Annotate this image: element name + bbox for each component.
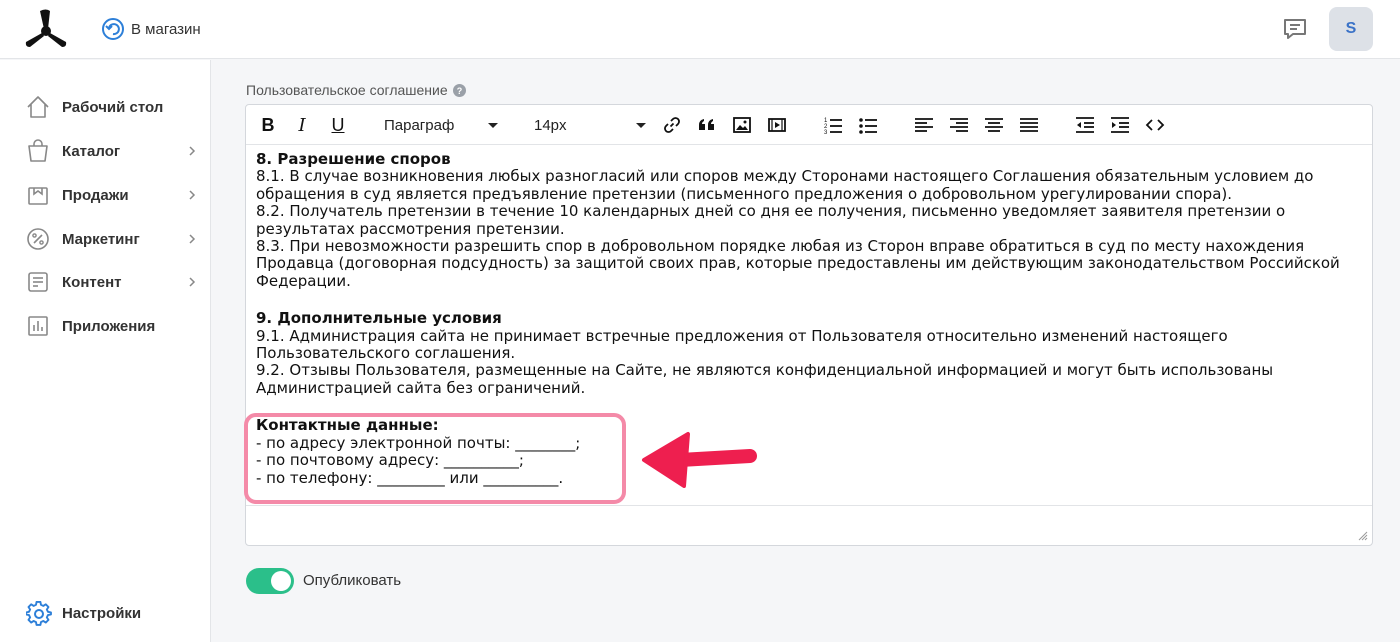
media-button[interactable] [765,113,789,137]
back-to-store-link[interactable]: В магазин [101,16,201,42]
sidebar-item-label: Каталог [62,142,121,160]
align-center-button[interactable] [982,113,1006,137]
contact-post-line: - по почтовому адресу: __________; [256,451,524,470]
chat-icon[interactable] [1281,15,1309,43]
contacts-title: Контактные данные: [256,416,439,435]
sidebar-item-marketing[interactable]: Маркетинг [0,221,211,257]
font-size-select-value: 14px [534,116,567,134]
chevron-right-icon [189,277,196,287]
align-left-button[interactable] [912,113,936,137]
sidebar: Рабочий стол Каталог Продажи Маркетинг К… [0,60,211,642]
format-select[interactable]: Параграф [384,113,502,137]
italic-button[interactable]: I [290,113,314,137]
toggle-knob [271,571,291,591]
align-justify-button[interactable] [1017,113,1041,137]
document-icon [28,272,48,292]
resize-handle-icon[interactable] [1358,531,1368,541]
bag-icon [28,139,48,162]
bullet-list-icon [859,118,877,134]
sidebar-item-content[interactable]: Контент [0,264,211,300]
svg-text:3: 3 [824,130,828,135]
publish-label: Опубликовать [303,572,402,589]
back-arrow-circle-icon [102,18,124,40]
video-icon [768,118,786,132]
indent-button[interactable] [1108,113,1132,137]
outdent-icon [1076,117,1094,133]
quote-icon [699,119,714,130]
paragraph-8-3: 8.3. При невозможности разрешить спор в … [256,237,1340,290]
source-code-button[interactable] [1143,113,1167,137]
outdent-button[interactable] [1073,113,1097,137]
sidebar-item-label: Рабочий стол [62,98,164,116]
contact-email-line: - по адресу электронной почты: ________; [256,433,581,452]
image-button[interactable] [730,113,754,137]
underline-button[interactable]: U [326,113,350,137]
paragraph-8-2: 8.2. Получатель претензии в течение 10 к… [256,202,1286,238]
code-icon [1145,119,1165,131]
paragraph-9-2: 9.2. Отзывы Пользователя, размещенные на… [256,361,1274,397]
field-label-text: Пользовательское соглашение [246,82,448,98]
section-8-title: 8. Разрешение споров [256,150,451,168]
align-center-icon [985,118,1003,132]
contact-phone-line: - по телефону: _________ или __________. [256,468,564,487]
indent-icon [1111,117,1129,133]
link-icon [664,117,680,133]
back-link-label: В магазин [131,20,201,38]
chevron-right-icon [189,146,196,156]
logo-icon[interactable] [24,9,68,47]
publish-toggle[interactable] [246,568,294,594]
top-header: В магазин S [0,0,1400,59]
gear-icon [26,601,52,626]
link-button[interactable] [660,113,684,137]
chevron-down-icon [636,123,646,128]
editor-content[interactable]: 8. Разрешение споров 8.1. В случае возни… [256,150,1362,487]
blockquote-button[interactable] [695,113,719,137]
help-icon[interactable]: ? [452,83,466,97]
image-icon [733,117,751,133]
align-right-icon [950,118,968,132]
apps-chart-icon [28,316,48,336]
font-size-select[interactable]: 14px [534,113,650,137]
chevron-right-icon [189,234,196,244]
sidebar-item-label: Продажи [62,186,129,204]
section-9-title: 9. Дополнительные условия [256,309,502,328]
format-select-value: Параграф [384,116,455,134]
bold-button[interactable]: B [256,113,280,137]
sidebar-item-apps[interactable]: Приложения [0,308,211,344]
sidebar-item-label: Маркетинг [62,230,140,248]
ordered-list-button[interactable]: 1 2 3 [821,113,845,137]
align-right-button[interactable] [947,113,971,137]
align-justify-icon [1020,118,1038,132]
sidebar-item-label: Контент [62,273,122,291]
field-label: Пользовательское соглашение ? [246,82,466,98]
sidebar-item-sales[interactable]: Продажи [0,177,211,213]
bullet-list-button[interactable] [856,113,880,137]
svg-text:?: ? [456,86,462,96]
chevron-down-icon [488,123,498,128]
sidebar-item-settings[interactable]: Настройки [0,596,211,632]
paragraph-9-1: 9.1. Администрация сайта не принимает вс… [256,326,1228,363]
editor-statusbar [246,505,1372,545]
sales-icon [28,187,48,205]
paragraph-8-1: 8.1. В случае возникновения любых разног… [256,167,1314,203]
percent-icon [27,228,49,250]
sidebar-item-label: Приложения [62,317,156,335]
settings-label: Настройки [62,605,142,622]
align-left-icon [915,118,933,132]
chevron-right-icon [189,190,196,200]
rich-text-editor[interactable]: B I U Параграф 14px 1 2 3 8. Разрешение … [245,104,1373,546]
ordered-list-icon: 1 2 3 [824,118,842,135]
sidebar-item-dashboard[interactable]: Рабочий стол [0,89,211,125]
user-avatar[interactable]: S [1329,7,1373,51]
home-icon [27,96,49,118]
sidebar-item-catalog[interactable]: Каталог [0,133,211,169]
editor-toolbar: B I U Параграф 14px 1 2 3 [246,105,1372,145]
